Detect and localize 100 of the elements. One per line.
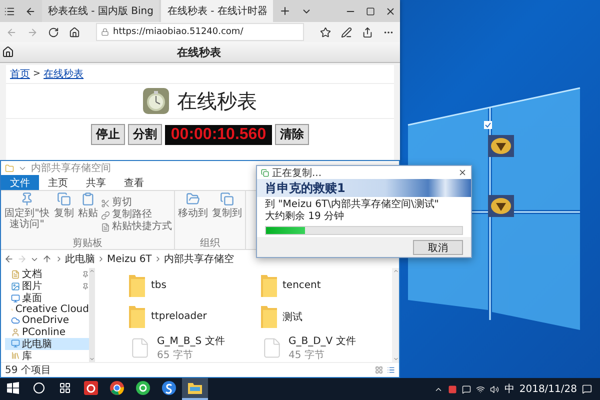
ribbon-button[interactable]: 复制 <box>53 192 75 238</box>
address-field[interactable]: https://miaobiao.51240.com/ <box>96 23 304 41</box>
star-icon <box>320 26 331 38</box>
lock-icon <box>101 28 109 36</box>
details-view-icon[interactable] <box>375 366 383 374</box>
stopwatch-button[interactable]: 停止 <box>90 124 125 145</box>
status-text: 59 个项目 <box>5 364 52 377</box>
close-button[interactable] <box>458 168 467 177</box>
plus-icon <box>279 5 292 17</box>
breadcrumb-link[interactable]: 首页 <box>10 67 30 81</box>
network-icon[interactable] <box>476 384 486 394</box>
nav-item[interactable]: 桌面 <box>5 292 89 304</box>
stopwatch-icon <box>143 88 169 114</box>
ribbon-icon <box>57 192 71 206</box>
nav-item[interactable]: 此电脑 <box>5 338 89 350</box>
nav-label: 桌面 <box>22 292 43 304</box>
shortcut-icon[interactable] <box>488 135 514 157</box>
ribbon-icon <box>101 222 110 232</box>
folder-icon <box>5 164 14 172</box>
chrome-icon <box>110 381 124 395</box>
file-name: G_B_D_V 文件 <box>288 334 356 348</box>
up-button[interactable] <box>42 254 52 264</box>
ribbon-button[interactable]: 移动到 <box>177 192 209 238</box>
breadcrumb-separator: > <box>33 69 41 79</box>
ribbon-button[interactable]: 剪切 <box>101 197 172 209</box>
window-title: 内部共享存储空间 <box>31 162 111 175</box>
file-name: tbs <box>151 280 166 291</box>
forward-icon <box>27 26 38 38</box>
maximize-icon <box>366 6 375 16</box>
list-icon <box>4 6 15 16</box>
dialog-title: 正在复制... <box>272 166 323 180</box>
task-view-icon <box>59 382 71 394</box>
pen-icon <box>341 26 352 38</box>
ribbon-group-label: 组织 <box>199 238 221 249</box>
nav-label: 图片 <box>22 280 43 292</box>
refresh-icon <box>48 26 59 38</box>
copy-icon <box>261 168 269 176</box>
url-text: https://miaobiao.51240.com/ <box>113 27 244 37</box>
nav-label: 文档 <box>22 268 43 280</box>
notifications-icon[interactable] <box>582 384 592 394</box>
ribbon-tab[interactable]: 主页 <box>39 175 77 190</box>
volume-icon[interactable] <box>490 384 500 394</box>
remaining-time-text: 大约剩余 19 分钟 <box>265 211 346 223</box>
path-field[interactable]: 此电脑 Meizu 6T 内部共享存储空 <box>55 252 396 266</box>
checkbox-icon <box>484 121 492 129</box>
ribbon-tab[interactable]: 查看 <box>115 175 153 190</box>
ribbon-button[interactable]: 复制到 <box>211 192 243 238</box>
ribbon-icon <box>20 192 34 206</box>
file-size: 65 字节 <box>157 348 194 362</box>
ribbon-button[interactable]: 固定到"快速访问" <box>3 192 51 238</box>
nav-item[interactable]: OneDrive <box>5 315 89 327</box>
ribbon-icon <box>101 210 110 220</box>
ribbon-icon <box>81 192 95 206</box>
ribbon-group-label: 剪贴板 <box>72 238 104 249</box>
browser-tab[interactable]: 在线秒表 - 在线计时器 <box>161 0 274 22</box>
path-segment[interactable]: 此电脑 <box>65 252 95 266</box>
close-icon <box>385 6 396 16</box>
home-icon[interactable] <box>2 46 14 58</box>
back-button[interactable] <box>4 254 14 264</box>
ribbon-button[interactable]: 粘贴 <box>77 192 99 238</box>
nav-item[interactable]: 图片 <box>5 280 89 292</box>
search-icon <box>33 382 45 394</box>
file-name: G_M_B_S 文件 <box>157 334 225 348</box>
nav-label: 库 <box>22 350 33 363</box>
share-icon <box>362 26 373 38</box>
input-method-indicator[interactable]: 中 <box>504 382 514 396</box>
breadcrumb-link[interactable]: 在线秒表 <box>44 67 84 81</box>
browser-tab[interactable]: 秒表在线 - 国内版 Bing <box>42 0 160 22</box>
clock-date[interactable]: 2018/11/28 <box>519 384 577 394</box>
nav-label: 此电脑 <box>22 338 53 350</box>
path-segment[interactable]: 内部共享存储空 <box>164 252 234 266</box>
ribbon-icon <box>220 192 234 206</box>
cancel-button[interactable]: 取消 <box>413 240 463 254</box>
chevron-icon <box>97 255 105 263</box>
timer-display: 00:00:10.560 <box>164 124 272 144</box>
chevron-icon <box>55 255 63 263</box>
ribbon-tab[interactable]: 共享 <box>77 175 115 190</box>
file-size: 45 字节 <box>288 348 326 362</box>
path-segment[interactable]: Meizu 6T <box>107 254 152 264</box>
nav-item[interactable]: 文档 <box>5 268 89 280</box>
list-view-icon[interactable] <box>387 366 395 374</box>
ribbon-button[interactable]: 粘贴快捷方式 <box>101 221 172 233</box>
stopwatch-button[interactable]: 分割 <box>128 124 162 145</box>
ribbon-button[interactable]: 复制路径 <box>101 209 172 221</box>
clear-button[interactable]: 清除 <box>275 124 310 145</box>
folder-icon <box>188 382 202 394</box>
file-name: ttpreloader <box>151 311 207 322</box>
nav-item[interactable]: 库 <box>5 350 89 362</box>
page-heading: 在线秒表 <box>177 88 257 114</box>
nav-label: PConline <box>22 326 67 338</box>
nav-item[interactable]: PConline <box>5 326 89 338</box>
back-icon <box>6 26 17 38</box>
arrow-left-icon <box>25 6 36 16</box>
file-name: 测试 <box>282 310 302 324</box>
file-name: 肖申克的救赎1 <box>265 180 346 196</box>
destination-text: 到 "Meizu 6T\内部共享存储空间\测试" <box>265 199 440 210</box>
nav-label: OneDrive <box>22 315 70 326</box>
page-title: 在线秒表 <box>176 44 222 60</box>
shortcut-icon[interactable] <box>488 195 514 217</box>
windows-icon <box>7 382 19 394</box>
